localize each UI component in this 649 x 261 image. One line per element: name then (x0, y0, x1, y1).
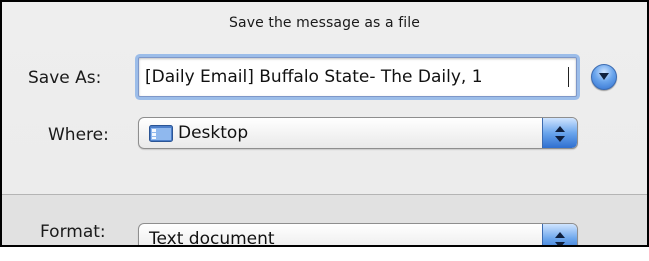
expand-dialog-button[interactable] (591, 64, 617, 90)
format-value: Text document (149, 229, 275, 247)
where-popup[interactable]: Desktop (138, 117, 578, 149)
save-dialog-sheet: Save the message as a file Save As: [Dai… (0, 0, 649, 247)
save-as-label: Save As: (28, 68, 102, 88)
text-caret (568, 67, 569, 87)
where-label: Where: (48, 125, 109, 145)
updown-arrows-icon (555, 126, 565, 142)
format-popup-arrows (542, 224, 577, 245)
format-label: Format: (40, 222, 106, 242)
where-value: Desktop (178, 123, 249, 143)
where-popup-arrows (542, 118, 577, 148)
save-as-field[interactable]: [Daily Email] Buffalo State- The Daily, … (138, 57, 577, 97)
dialog-title: Save the message as a file (229, 15, 420, 31)
save-as-value: [Daily Email] Buffalo State- The Daily, … (145, 67, 483, 87)
updown-arrows-icon (555, 232, 565, 245)
desktop-folder-icon (149, 125, 173, 142)
chevron-down-icon (599, 73, 609, 80)
format-popup[interactable]: Text document (138, 223, 578, 247)
